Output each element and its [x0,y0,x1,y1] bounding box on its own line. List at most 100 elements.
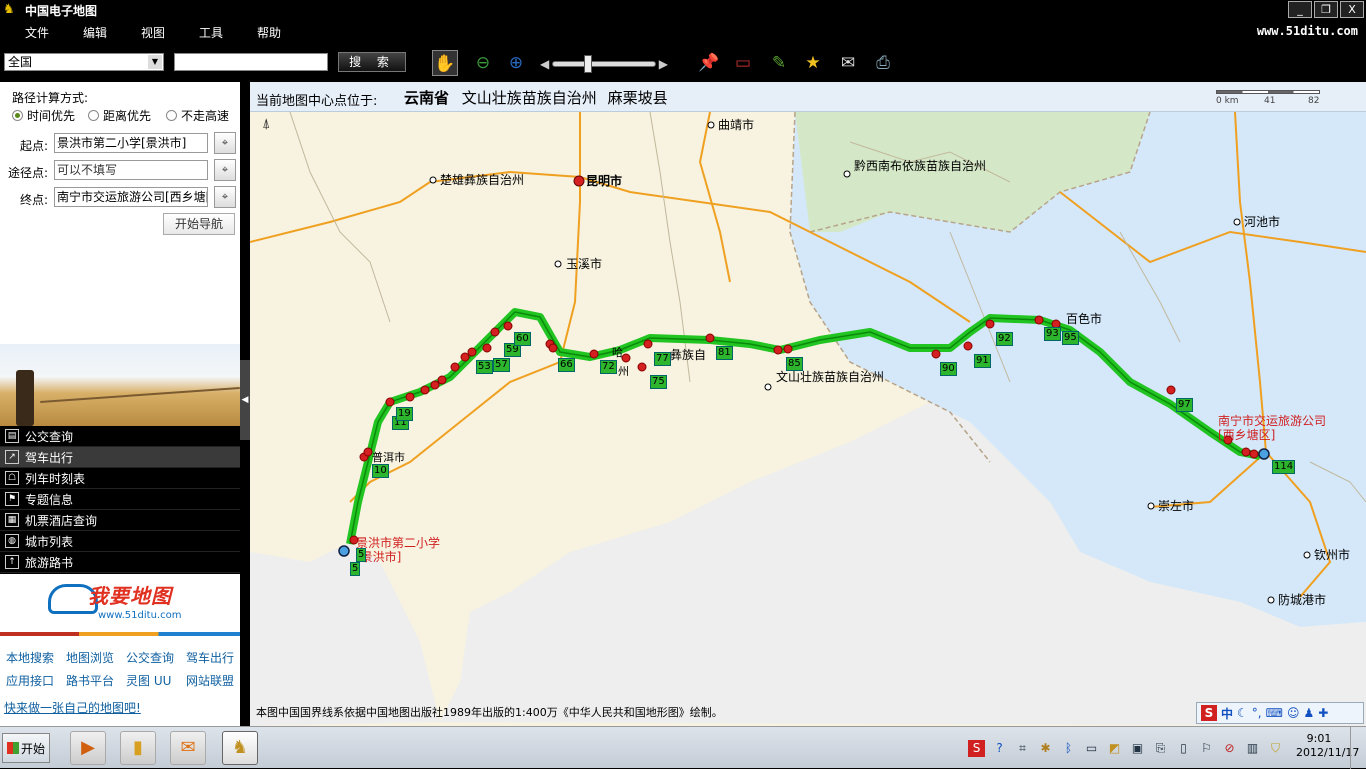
slider-thumb[interactable] [584,55,592,73]
menu-view[interactable]: 视图 [124,24,182,41]
func-travel-book[interactable]: ↑ 旅游路书 [0,552,240,573]
network-icon[interactable]: ▥ [1244,740,1261,757]
search-input[interactable] [174,53,328,71]
end-pick-button[interactable]: ⌖ [214,186,236,208]
waypoint [430,380,440,390]
zoom-slider[interactable]: ◀ ▶ [540,55,668,73]
menu-help[interactable]: 帮助 [240,24,298,41]
map-app-taskbar-icon[interactable]: ♞ [222,731,258,765]
tools-icon[interactable]: ✱ [1037,740,1054,757]
logo: 我要地图 www.51ditu.com [0,574,240,634]
link-driving[interactable]: 驾车出行 [186,649,240,666]
slider-left-arrow-icon[interactable]: ◀ [540,57,549,71]
wrench-icon[interactable]: ✚ [1318,706,1328,720]
via-field[interactable]: 可以不填写 [54,160,208,180]
func-city-list[interactable]: ◍ 城市列表 [0,531,240,552]
option-no-highway[interactable]: 不走高速 [166,107,229,124]
radio-distance-first[interactable] [88,110,99,121]
radio-time-first[interactable] [12,110,23,121]
city-dot [1147,502,1155,510]
link-map-browse[interactable]: 地图浏览 [66,649,120,666]
app-icon: ♞ [3,2,15,17]
ime-mode[interactable]: 中 [1221,705,1233,722]
link-local-search[interactable]: 本地搜索 [6,649,60,666]
center-county: 麻栗坡县 [607,89,668,107]
link-alliance[interactable]: 网站联盟 [186,672,240,689]
outlook-icon[interactable]: ✉ [170,731,206,765]
system-clock[interactable]: 9:01 2012/11/17 [1296,732,1360,760]
start-field[interactable]: 景洪市第二小学[景洪市] [54,133,208,153]
help-icon[interactable]: ? [991,740,1008,757]
sogou-tray-icon[interactable]: S [968,739,985,757]
route-number-label: 75 [650,375,667,389]
user-icon[interactable]: ☺ [1287,706,1300,720]
func-driving[interactable]: ↗ 驾车出行 [0,447,240,468]
link-bus-query[interactable]: 公交查询 [126,649,180,666]
mail-icon[interactable]: ✉ [835,50,861,76]
usb-icon[interactable]: ⎘ [1152,740,1169,757]
zoom-in-icon[interactable]: ⊕ [503,50,529,76]
func-train-schedule[interactable]: ☖ 列车时刻表 [0,468,240,489]
device-icon[interactable]: ▯ [1175,740,1192,757]
func-label: 城市列表 [25,534,74,549]
star-icon[interactable]: ★ [800,50,826,76]
link-api[interactable]: 应用接口 [6,672,60,689]
radio-no-highway[interactable] [166,110,177,121]
zoom-out-icon[interactable]: ⊖ [470,50,496,76]
start-button[interactable]: 开始 [2,733,50,763]
waypoint [1166,385,1176,395]
link-uu[interactable]: 灵图 UU [126,672,180,689]
maximize-button[interactable]: ❐ [1314,1,1338,18]
menu-edit[interactable]: 编辑 [66,24,124,41]
clock-date: 2012/11/17 [1296,746,1360,759]
func-topic-info[interactable]: ⚑ 专题信息 [0,489,240,510]
option-time-first[interactable]: 时间优先 [12,107,75,124]
menu-tools[interactable]: 工具 [182,24,240,41]
sogou-icon[interactable]: S [1201,705,1217,721]
moon-icon[interactable]: ☾ [1237,706,1248,720]
region-select[interactable]: 全国 ▼ [4,53,164,71]
start-navigation-button[interactable]: 开始导航 [163,213,235,235]
language-icon[interactable]: ⌗ [1014,740,1031,757]
func-bus-query[interactable]: ▤ 公交查询 [0,426,240,447]
func-flight-hotel[interactable]: ▦ 机票酒店查询 [0,510,240,531]
city-dot [554,260,562,268]
end-field[interactable]: 南宁市交运旅游公司[西乡塘[ [54,187,208,207]
action-center-flag-icon[interactable]: ⚐ [1198,740,1215,757]
start-pick-button[interactable]: ⌖ [214,132,236,154]
pan-hand-icon[interactable]: ✋ [432,50,458,76]
show-desktop-button[interactable] [1350,727,1366,769]
link-roadbook[interactable]: 路书平台 [66,672,120,689]
edit-icon[interactable]: ✎ [766,50,792,76]
pin-icon[interactable]: 📌 [696,50,722,76]
place-label: 曲靖市 [718,118,755,132]
map-canvas[interactable]: 当前地图中心点位于: 云南省 文山壮族苗族自治州 麻栗坡县 0 km 41 82… [250,82,1366,726]
search-button[interactable]: 搜 索 [338,52,406,72]
keyboard-icon[interactable]: ⌨ [1266,706,1283,720]
folder-icon[interactable]: ▮ [120,731,156,765]
slider-right-arrow-icon[interactable]: ▶ [659,57,668,71]
via-pick-button[interactable]: ⌖ [214,159,236,181]
security-shield-icon[interactable]: ⛉ [1267,740,1284,757]
collapse-sidebar-handle[interactable]: ◀ [240,360,250,440]
ime-toolbar[interactable]: S 中 ☾ °, ⌨ ☺ ♟ ✚ [1196,702,1364,724]
monitor-icon[interactable]: ▭ [1083,740,1100,757]
volume-muted-icon[interactable]: ⊘ [1221,740,1238,757]
skin-icon[interactable]: ♟ [1303,706,1314,720]
make-your-map-link[interactable]: 快来做一张自己的地图吧! [4,699,141,716]
minimize-button[interactable]: _ [1288,1,1312,18]
print-icon[interactable]: ⎙ [870,50,896,76]
bluetooth-icon[interactable]: ᛒ [1060,740,1077,757]
app-tray-icon[interactable]: ◩ [1106,740,1123,757]
option-distance-first[interactable]: 距离优先 [88,107,151,124]
punct-icon[interactable]: °, [1252,706,1262,720]
media-player-icon[interactable]: ▶ [70,731,106,765]
close-button[interactable]: X [1340,1,1364,18]
func-label: 列车时刻表 [25,471,86,486]
clock-time: 9:01 [1306,732,1332,745]
window-tray-icon[interactable]: ▣ [1129,740,1146,757]
waypoint [467,347,477,357]
route-number-label: 81 [716,346,733,360]
ruler-icon[interactable]: ▭ [730,50,756,76]
menu-file[interactable]: 文件 [8,24,66,41]
